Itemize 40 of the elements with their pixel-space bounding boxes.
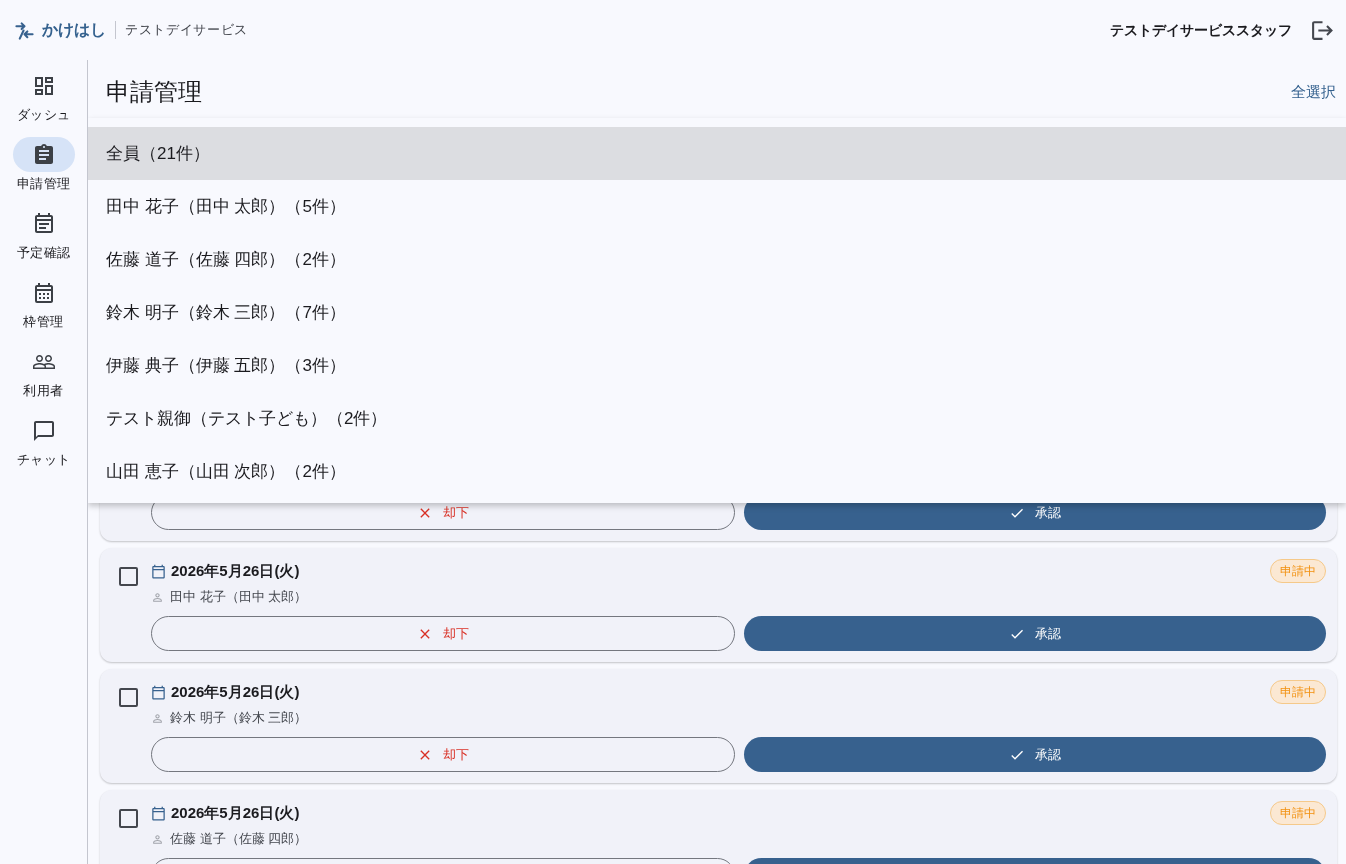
nav-item[interactable]: 利用者 xyxy=(3,344,84,400)
person-icon xyxy=(151,711,164,725)
select-all-link[interactable]: 全選択 xyxy=(1291,80,1336,104)
request-date: 2026年5月26日(火) xyxy=(171,560,300,581)
person-name: 佐藤 道子（佐藤 四郎） xyxy=(170,830,308,849)
request-date: 2026年5月26日(火) xyxy=(171,802,300,823)
checkbox[interactable] xyxy=(119,567,138,586)
nav-item[interactable]: 予定確認 xyxy=(3,206,84,262)
arrows-icon xyxy=(15,20,34,40)
nav-item[interactable]: 申請管理 xyxy=(3,137,84,193)
status-badge: 申請中 xyxy=(1270,559,1326,583)
menu-item[interactable]: 鈴木 明子（鈴木 三郎）（7件） xyxy=(88,286,1346,339)
approve-button[interactable]: 承認 xyxy=(744,616,1326,651)
person-name: 鈴木 明子（鈴木 三郎） xyxy=(170,709,308,728)
menu-item[interactable]: 田中 花子（田中 太郎）（5件） xyxy=(88,180,1346,233)
nav-item[interactable]: 枠管理 xyxy=(3,275,84,331)
approve-button[interactable]: 承認 xyxy=(744,737,1326,772)
nav-item[interactable]: チャット xyxy=(3,413,84,469)
request-date: 2026年5月26日(火) xyxy=(171,681,300,702)
chat-icon xyxy=(31,418,56,443)
person-icon xyxy=(151,590,164,604)
menu-item[interactable]: テスト親御（テスト子ども）（2件） xyxy=(88,392,1346,445)
menu-item[interactable]: 伊藤 典子（伊藤 五郎）（3件） xyxy=(88,339,1346,392)
checkbox[interactable] xyxy=(119,688,138,707)
checkbox[interactable] xyxy=(119,809,138,828)
page-title: 申請管理 xyxy=(106,77,202,107)
menu-item[interactable]: 全員（21件） xyxy=(88,127,1346,180)
user-name: テストデイサービススタッフ xyxy=(1110,20,1292,40)
status-badge: 申請中 xyxy=(1270,680,1326,704)
person-name: 田中 花子（田中 太郎） xyxy=(170,588,308,607)
person-icon xyxy=(151,832,164,846)
calendar-icon xyxy=(151,805,166,821)
nav-item[interactable]: ダッシュ xyxy=(3,68,84,124)
facility-name: テストデイサービス xyxy=(125,21,248,40)
logo-text: かけはし xyxy=(42,20,106,40)
calendar-icon xyxy=(151,563,166,579)
status-badge: 申請中 xyxy=(1270,801,1326,825)
menu-item[interactable]: 山田 恵子（山田 次郎）（2件） xyxy=(88,445,1346,498)
menu-item[interactable]: 佐藤 道子（佐藤 四郎）（2件） xyxy=(88,233,1346,286)
calendar-icon xyxy=(151,684,166,700)
